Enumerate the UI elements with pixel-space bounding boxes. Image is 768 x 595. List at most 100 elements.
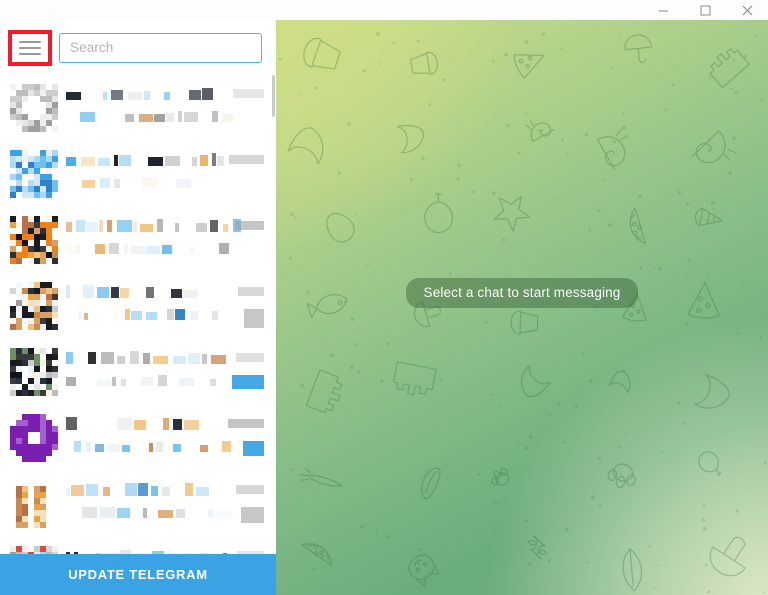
redacted-pixel — [238, 287, 264, 296]
redacted-pixel — [52, 444, 58, 450]
redacted-pixel — [202, 88, 213, 100]
close-button[interactable] — [726, 0, 768, 20]
redacted-pixel — [86, 484, 98, 496]
redacted-pixel — [162, 245, 172, 254]
redacted-pixel — [120, 288, 129, 298]
redacted-pixel — [196, 223, 207, 232]
redacted-pixel — [52, 186, 58, 192]
update-telegram-button[interactable]: UPDATE TELEGRAM — [0, 554, 276, 595]
chat-list-item[interactable] — [0, 339, 276, 405]
redacted-pixel — [40, 258, 46, 264]
redacted-pixel — [142, 177, 157, 188]
redacted-pixel — [223, 224, 228, 232]
redacted-pixel — [236, 353, 264, 362]
search-input[interactable]: Search — [59, 32, 262, 63]
redacted-pixel — [52, 114, 58, 120]
minimize-button[interactable] — [642, 0, 684, 20]
redacted-pixel — [52, 258, 58, 264]
redacted-pixel — [66, 352, 73, 364]
chat-list-item[interactable] — [0, 405, 276, 471]
redacted-pixel — [222, 114, 233, 122]
empty-state-message: Select a chat to start messaging — [405, 278, 639, 308]
chat-list-item[interactable] — [0, 273, 276, 339]
redacted-pixel — [140, 224, 153, 232]
redacted-pixel — [83, 285, 94, 298]
redacted-pixel — [10, 192, 16, 198]
redacted-pixel — [167, 309, 174, 320]
redacted-pixel — [143, 353, 150, 364]
redacted-pixel — [109, 243, 119, 254]
redacted-pixel — [16, 258, 22, 264]
redacted-pixel — [66, 92, 81, 100]
redacted-pixel — [222, 441, 231, 452]
redacted-pixel — [100, 178, 110, 188]
redacted-pixel — [84, 313, 88, 320]
telegram-desktop-window: Search UPDATE TELEGRAM Select a chat to … — [0, 0, 768, 595]
redacted-pixel — [86, 222, 98, 232]
redacted-pixel — [98, 158, 110, 166]
redacted-pixel — [146, 246, 160, 254]
redacted-pixel — [121, 379, 126, 386]
redacted-pixel — [52, 162, 58, 168]
redacted-pixel — [233, 89, 264, 98]
chat-avatar — [10, 282, 58, 330]
redacted-pixel — [66, 488, 70, 496]
redacted-pixel — [130, 246, 145, 254]
redacted-pixel — [103, 487, 110, 496]
redacted-pixel — [217, 510, 231, 518]
redacted-pixel — [200, 445, 208, 452]
chat-avatar — [10, 84, 58, 132]
chat-list-item[interactable] — [0, 141, 276, 207]
redacted-pixel — [133, 221, 137, 232]
redacted-pixel — [99, 220, 103, 232]
redacted-pixel — [183, 290, 198, 298]
redacted-pixel — [71, 485, 84, 496]
redacted-pixel — [232, 375, 264, 389]
hamburger-menu-button[interactable] — [6, 29, 52, 66]
redacted-pixel — [139, 114, 153, 122]
redacted-pixel — [86, 442, 91, 452]
redacted-pixel — [175, 309, 185, 320]
chat-avatar — [10, 216, 58, 264]
redacted-pixel — [184, 112, 198, 122]
redacted-pixel — [149, 443, 153, 452]
chat-list-item[interactable] — [0, 471, 276, 537]
redacted-pixel — [212, 153, 216, 166]
redacted-pixel — [148, 157, 163, 166]
chat-list-item[interactable] — [0, 75, 276, 141]
redacted-pixel — [81, 157, 95, 166]
redacted-pixel — [212, 311, 218, 320]
redacted-pixel — [22, 522, 28, 528]
redacted-pixel — [74, 441, 81, 452]
redacted-pixel — [210, 379, 216, 386]
redacted-pixel — [211, 355, 226, 364]
redacted-pixel — [229, 155, 264, 164]
redacted-pixel — [134, 420, 146, 430]
redacted-pixel — [156, 442, 163, 452]
redacted-pixel — [189, 90, 201, 100]
redacted-pixel — [138, 483, 148, 496]
maximize-button[interactable] — [684, 0, 726, 20]
chat-list[interactable] — [0, 75, 276, 569]
hamburger-menu-icon — [12, 33, 48, 62]
redacted-pixel — [173, 356, 186, 364]
redacted-pixel — [107, 220, 112, 232]
redacted-pixel — [124, 244, 128, 254]
redacted-pixel — [66, 417, 77, 430]
redacted-pixel — [66, 245, 75, 254]
redacted-pixel — [114, 155, 118, 166]
redacted-pixel — [200, 155, 208, 166]
redacted-pixel — [88, 352, 96, 364]
chat-list-item[interactable] — [0, 207, 276, 273]
redacted-pixel — [52, 312, 58, 318]
redacted-pixel — [78, 310, 82, 320]
redacted-pixel — [228, 419, 264, 428]
redacted-pixel — [128, 92, 143, 100]
redacted-pixel — [173, 444, 181, 452]
redacted-pixel — [212, 111, 218, 122]
redacted-pixel — [52, 222, 58, 228]
redacted-pixel — [125, 309, 130, 320]
redacted-pixel — [82, 507, 97, 518]
redacted-pixel — [143, 508, 147, 518]
redacted-pixel — [217, 156, 224, 166]
